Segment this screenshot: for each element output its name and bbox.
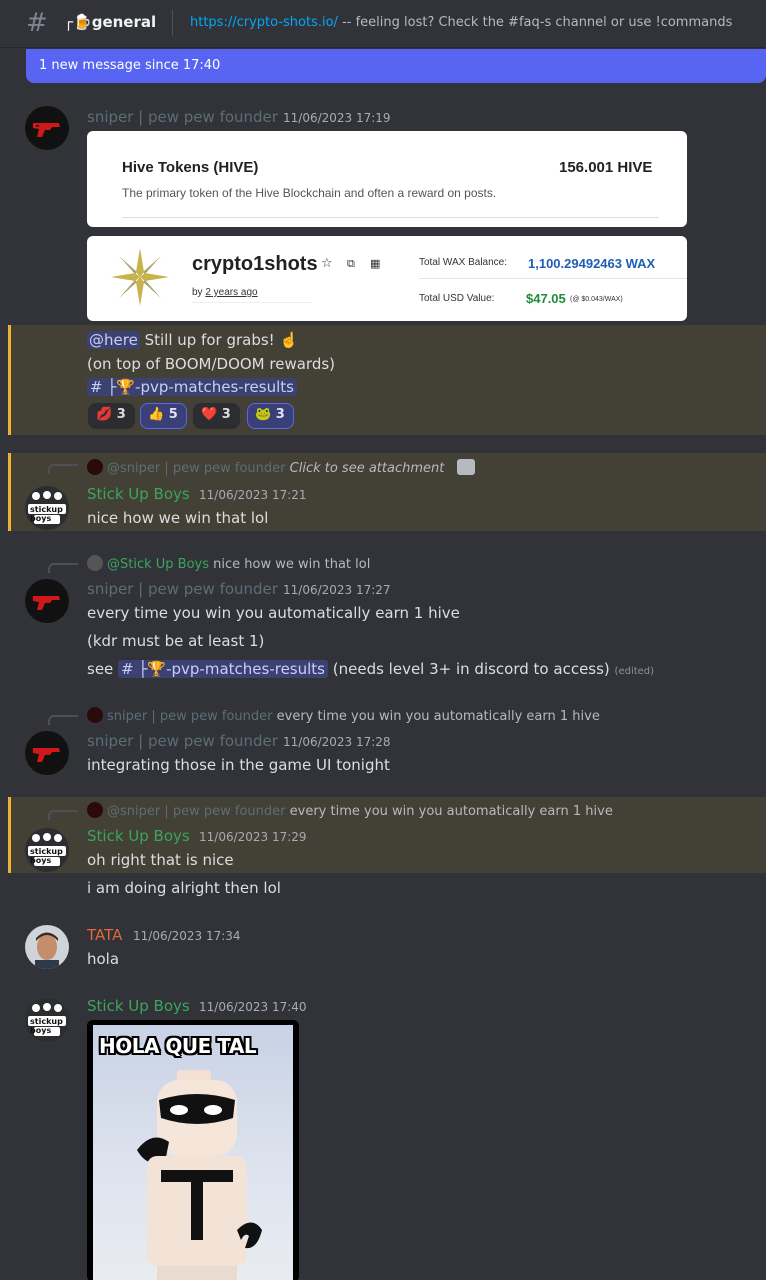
avatar[interactable]: stickup boys — [25, 998, 69, 1042]
avatar-logo-text: stickup boys — [30, 1017, 63, 1035]
reply-text: every time you win you automatically ear… — [276, 709, 600, 724]
channel-topic: https://crypto-shots.io/ -- feeling lost… — [190, 15, 732, 30]
message-text: i am doing alright then lol — [87, 879, 281, 897]
message-text: oh right that is nice — [87, 851, 234, 869]
reply-text: every time you win you automatically ear… — [289, 804, 613, 819]
timestamp: 11/06/2023 17:29 — [199, 830, 307, 844]
account-age: 2 years ago — [205, 287, 258, 298]
reply-username[interactable]: sniper | pew pew founder — [107, 709, 273, 724]
message-text: nice how we win that lol — [87, 509, 269, 527]
gun-icon — [33, 748, 60, 762]
mini-avatar — [87, 802, 103, 818]
avatar[interactable] — [25, 579, 69, 623]
gun-icon — [33, 123, 60, 137]
avatar[interactable] — [25, 731, 69, 775]
embed-amount: 156.001 HIVE — [559, 159, 653, 176]
channel-name[interactable]: ┌🍺general — [64, 13, 156, 31]
channel-hash-icon: # — [26, 8, 48, 38]
message-text: @here Still up for grabs! ☝️ — [87, 331, 299, 349]
lego-figure-image — [137, 1070, 262, 1280]
channel-mention[interactable]: # ├🏆-pvp-matches-results — [118, 660, 328, 678]
gif-attachment[interactable]: HOLA QUE TAL — [87, 1020, 299, 1280]
avatar[interactable] — [25, 925, 69, 969]
reaction-frog[interactable]: 🐸 3 — [247, 403, 294, 429]
username[interactable]: Stick Up Boys — [87, 827, 190, 845]
username[interactable]: Stick Up Boys — [87, 485, 190, 503]
avatar[interactable]: stickup boys — [25, 828, 69, 872]
reply-preview[interactable]: sniper | pew pew founder every time you … — [87, 707, 600, 724]
timestamp: 11/06/2023 17:19 — [283, 111, 391, 125]
mini-avatar — [87, 707, 103, 723]
channel-mention[interactable]: # ├🏆-pvp-matches-results — [87, 378, 297, 396]
hive-token-embed[interactable]: Hive Tokens (HIVE) 156.001 HIVE The prim… — [87, 131, 687, 227]
mini-avatar — [87, 459, 103, 475]
here-mention[interactable]: @here — [87, 331, 140, 349]
reply-preview[interactable]: @Stick Up Boys nice how we win that lol — [87, 555, 370, 572]
reaction-kiss[interactable]: 💋 3 — [88, 403, 135, 429]
reply-username[interactable]: @sniper | pew pew founder — [107, 804, 286, 819]
message-text: (kdr must be at least 1) — [87, 632, 265, 650]
usd-value: $47.05 — [526, 291, 566, 306]
copy-icon[interactable]: ⧉ — [347, 257, 355, 271]
gif-caption: HOLA QUE TAL — [99, 1034, 257, 1058]
username[interactable]: Stick Up Boys — [87, 997, 190, 1015]
topic-link[interactable]: https://crypto-shots.io/ — [190, 15, 338, 30]
wax-label: Total WAX Balance: — [419, 257, 508, 268]
reply-username[interactable]: @Stick Up Boys — [107, 557, 209, 572]
timestamp: 11/06/2023 17:27 — [283, 583, 391, 597]
usd-note: (@ $0.043/WAX) — [570, 296, 623, 303]
reply-connector — [48, 715, 78, 725]
wax-value: 1,100.29492463 WAX — [528, 256, 656, 271]
reply-connector — [48, 563, 78, 573]
avatar-logo-text: stickup boys — [30, 505, 63, 523]
new-messages-bar[interactable]: 1 new message since 17:40 — [26, 49, 766, 83]
message-text: integrating those in the game UI tonight — [87, 756, 390, 774]
usd-label: Total USD Value: — [419, 293, 495, 304]
star-icon[interactable]: ☆ — [321, 256, 333, 271]
avatar[interactable] — [25, 106, 69, 150]
crypto-logo-icon — [111, 248, 169, 306]
message-text: every time you win you automatically ear… — [87, 604, 460, 622]
username[interactable]: sniper | pew pew founder — [87, 108, 278, 126]
avatar[interactable]: stickup boys — [25, 486, 69, 530]
reply-username[interactable]: @sniper | pew pew founder — [107, 461, 286, 476]
wax-balance-embed[interactable]: crypto1shots ☆ ⧉ ▦ by 2 years ago Total … — [87, 236, 687, 321]
reaction-thumbs-up[interactable]: 👍 5 — [140, 403, 187, 429]
embed-desc: The primary token of the Hive Blockchain… — [122, 186, 497, 200]
timestamp: 11/06/2023 17:34 — [133, 929, 241, 943]
header-divider — [172, 10, 173, 36]
account-name: crypto1shots — [192, 253, 318, 275]
message-text: hola — [87, 950, 120, 968]
reply-connector — [48, 810, 78, 820]
username[interactable]: sniper | pew pew founder — [87, 732, 278, 750]
reply-preview[interactable]: @sniper | pew pew founder every time you… — [87, 802, 613, 819]
reaction-heart[interactable]: ❤️ 3 — [193, 403, 240, 429]
timestamp: 11/06/2023 17:40 — [199, 1000, 307, 1014]
by-label: by — [192, 287, 203, 298]
qr-icon[interactable]: ▦ — [370, 257, 380, 270]
username[interactable]: TATA — [87, 926, 122, 944]
timestamp: 11/06/2023 17:28 — [283, 735, 391, 749]
reply-text: nice how we win that lol — [213, 557, 371, 572]
username[interactable]: sniper | pew pew founder — [87, 580, 278, 598]
message-text: (on top of BOOM/DOOM rewards) — [87, 355, 336, 373]
message-text: see # ├🏆-pvp-matches-results (needs leve… — [87, 660, 655, 678]
timestamp: 11/06/2023 17:21 — [199, 488, 307, 502]
image-icon — [456, 459, 475, 475]
reply-connector — [48, 464, 78, 474]
embed-divider — [122, 217, 659, 218]
edited-tag: (edited) — [614, 666, 655, 677]
reply-text: Click to see attachment — [289, 461, 445, 476]
channel-header: # ┌🍺general https://crypto-shots.io/ -- … — [0, 0, 766, 48]
avatar-logo-text: stickup boys — [30, 847, 63, 865]
mini-avatar — [87, 555, 103, 571]
embed-title: Hive Tokens (HIVE) — [122, 159, 259, 176]
message-text: # ├🏆-pvp-matches-results — [87, 378, 297, 396]
topic-text: -- feeling lost? Check the #faq-s channe… — [337, 15, 733, 30]
reply-preview[interactable]: @sniper | pew pew founder Click to see a… — [87, 459, 475, 476]
gun-icon — [33, 596, 60, 610]
